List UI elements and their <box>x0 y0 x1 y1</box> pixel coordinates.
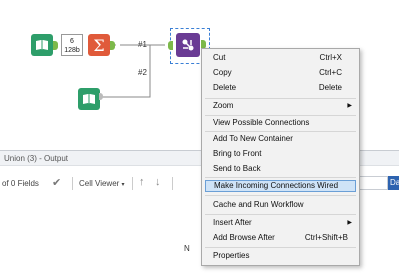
toolbar-divider <box>72 177 73 190</box>
menu-item-label: Properties <box>213 251 250 260</box>
menu-item-label: Bring to Front <box>213 149 262 158</box>
menu-separator <box>205 177 356 178</box>
menu-separator <box>205 247 356 248</box>
cell-viewer-label: Cell Viewer <box>79 179 120 188</box>
checkmark-icon[interactable]: ✔ <box>52 176 61 189</box>
browse-tool-1[interactable] <box>31 34 53 56</box>
summarize-out-anchor[interactable] <box>110 41 115 50</box>
badge-records: 6 <box>70 38 74 45</box>
chevron-down-icon: ▾ <box>121 182 125 188</box>
menu-item-label: Add To New Container <box>213 134 293 143</box>
menu-item-add-container[interactable]: Add To New Container <box>205 133 356 145</box>
cell-viewer-dropdown[interactable]: Cell Viewer ▾ <box>79 179 125 188</box>
menu-separator <box>205 115 356 116</box>
menu-item-cache-run[interactable]: Cache and Run Workflow <box>205 199 356 211</box>
summarize-tool[interactable]: Σ <box>88 34 110 56</box>
menu-item-delete[interactable]: Delete Delete <box>205 82 356 94</box>
submenu-arrow-icon: ▶ <box>347 220 352 226</box>
menu-item-properties[interactable]: Properties <box>205 250 356 262</box>
menu-item-label: Make Incoming Connections Wired <box>214 181 339 190</box>
menu-item-add-browse[interactable]: Add Browse After Ctrl+Shift+B <box>205 232 356 244</box>
menu-item-insert-after[interactable]: Insert After ▶ <box>205 217 356 229</box>
menu-item-zoom[interactable]: Zoom ▶ <box>205 100 356 112</box>
menu-item-label: Zoom <box>213 101 234 110</box>
menu-separator <box>205 131 356 132</box>
menu-item-label: Add Browse After <box>213 233 275 242</box>
menu-item-send-back[interactable]: Send to Back <box>205 163 356 175</box>
menu-item-shortcut: Delete <box>318 83 342 92</box>
menu-separator <box>205 195 356 196</box>
menu-item-label: Copy <box>213 68 232 77</box>
menu-item-cut[interactable]: Cut Ctrl+X <box>205 52 356 64</box>
menu-item-label: Delete <box>213 83 237 92</box>
context-menu: Cut Ctrl+X Copy Ctrl+C Delete Delete Zoo… <box>201 48 360 266</box>
union-in-anchor[interactable] <box>168 41 173 50</box>
no-data-message: N <box>184 244 190 253</box>
menu-item-label: Send to Back <box>213 164 261 173</box>
menu-item-view-connections[interactable]: View Possible Connections <box>205 117 356 129</box>
browse-tool-2[interactable] <box>78 88 100 110</box>
menu-item-shortcut: Ctrl+X <box>319 53 342 62</box>
union-tool[interactable] <box>176 33 200 57</box>
connection-label-1: #1 <box>138 40 147 49</box>
browse-icon <box>36 40 48 50</box>
connection-label-2: #2 <box>138 68 147 77</box>
arrow-down-icon[interactable]: ↓ <box>155 176 161 188</box>
menu-item-copy[interactable]: Copy Ctrl+C <box>205 67 356 79</box>
toolbar-divider-2 <box>132 177 133 190</box>
menu-separator <box>205 98 356 99</box>
badge-size: 128b <box>64 47 80 54</box>
browse-icon-2 <box>83 94 95 104</box>
submenu-arrow-icon: ▶ <box>347 103 352 109</box>
browse-out-anchor[interactable] <box>53 41 58 50</box>
fields-count: of 0 Fields <box>2 179 39 188</box>
menu-item-bring-front[interactable]: Bring to Front <box>205 148 356 160</box>
menu-separator <box>205 214 356 215</box>
menu-item-label: Cache and Run Workflow <box>213 200 304 209</box>
menu-item-shortcut: Ctrl+C <box>319 68 342 77</box>
menu-item-label: Cut <box>213 53 226 62</box>
menu-item-make-wired[interactable]: Make Incoming Connections Wired <box>205 180 356 192</box>
menu-item-label: View Possible Connections <box>213 118 310 127</box>
data-button[interactable]: Da <box>388 176 399 190</box>
menu-item-shortcut: Ctrl+Shift+B <box>304 233 348 242</box>
results-title: Union (3) - Output <box>4 154 69 163</box>
toolbar-divider-3 <box>172 177 173 190</box>
record-count-badge: 6 128b <box>61 34 83 56</box>
menu-item-label: Insert After <box>213 218 252 227</box>
summarize-icon: Σ <box>93 35 105 55</box>
union-icon <box>182 39 194 51</box>
arrow-up-icon[interactable]: ↑ <box>139 176 145 188</box>
